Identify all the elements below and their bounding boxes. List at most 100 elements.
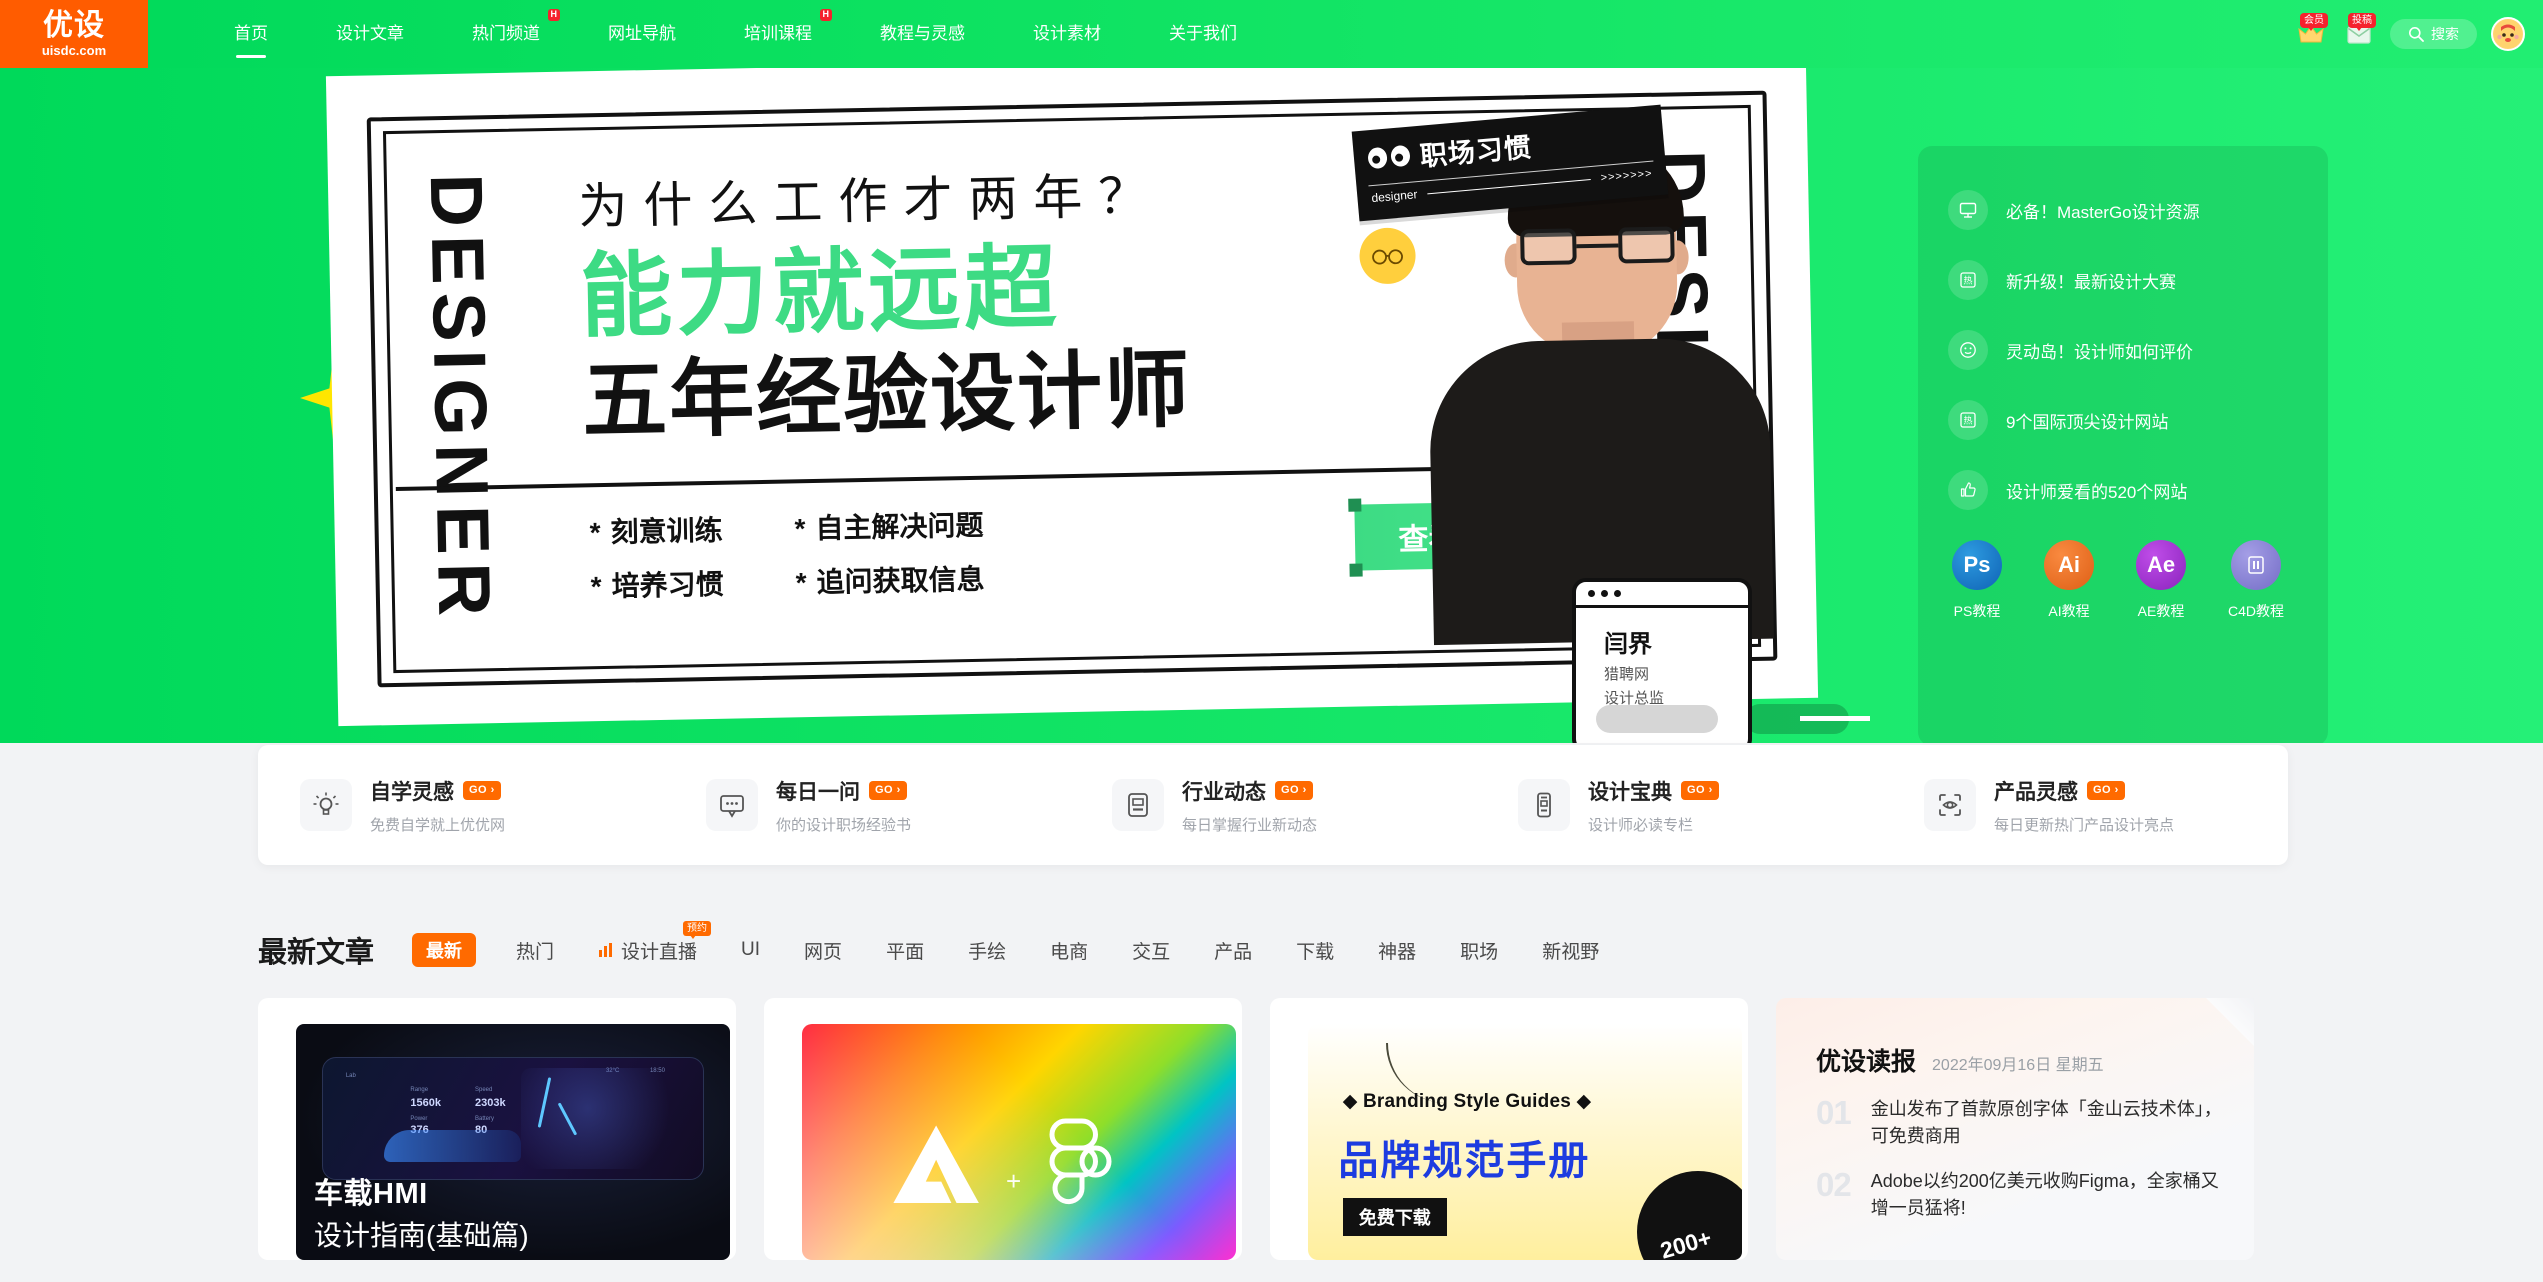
card-window-bar — [1576, 582, 1748, 608]
feature-title: 自学灵感 — [370, 780, 454, 804]
article-card-list: Lab Range 1560k Speed 2303k Power 376 Ba… — [258, 998, 2288, 1260]
news-panel[interactable]: 优设读报 2022年09月16日 星期五 01 金山发布了首款原创字体「金山云技… — [1776, 998, 2254, 1260]
main-nav: 首页 设计文章 热门频道 H 网址导航 培训课程 H 教程与灵感 设计素材 关于我们 — [200, 0, 1271, 68]
feature-card-design-handbook[interactable]: 设计宝典 GO › 设计师必读专栏 — [1476, 776, 1882, 835]
submit-badge: 投稿 — [2348, 13, 2376, 31]
nav-item-articles[interactable]: 设计文章 — [302, 0, 438, 68]
nav-label: 关于我们 — [1169, 24, 1237, 43]
search-icon — [2409, 27, 2424, 42]
news-item-text: Adobe以约200亿美元收购Figma，全家桶又增一员猛将! — [1870, 1171, 2219, 1218]
app-label: AI教程 — [2048, 603, 2090, 619]
tab-interaction[interactable]: 交互 — [1110, 937, 1192, 964]
nav-label: 热门频道 — [472, 24, 540, 43]
app-shortcut-ps[interactable]: Ps PS教程 — [1952, 540, 2002, 621]
news-list-item[interactable]: 01 金山发布了首款原创字体「金山云技术体」，可免费商用 — [1776, 1078, 2254, 1150]
nav-label: 培训课程 — [744, 24, 812, 43]
nav-item-channels[interactable]: 热门频道 H — [438, 0, 574, 68]
logo-text-en: uisdc.com — [41, 43, 107, 58]
hmi-value: 1560k — [410, 1096, 441, 1109]
news-panel-title: 优设读报 — [1816, 1048, 1917, 1076]
feature-card-self-learning[interactable]: 自学灵感 GO › 免费自学就上优优网 — [258, 776, 664, 835]
tab-ecommerce[interactable]: 电商 — [1028, 937, 1110, 964]
feature-subtitle: 每日更新热门产品设计亮点 — [1994, 816, 2175, 834]
side-panel-apps: Ps PS教程 Ai AI教程 Ae AE教程 C4D教程 — [1948, 540, 2298, 621]
chat-bubble-icon — [706, 779, 758, 831]
illustrator-icon: Ai — [2044, 540, 2094, 590]
news-list-item[interactable]: 02 Adobe以约200亿美元收购Figma，全家桶又增一员猛将! — [1776, 1150, 2254, 1222]
submit-button[interactable]: 投稿 — [2342, 13, 2376, 51]
topic-tag-arrows: >>>>>>> — [1600, 167, 1653, 185]
side-panel-label: 新升级！最新设计大赛 — [2006, 272, 2176, 292]
thumbs-up-icon — [1948, 470, 1988, 510]
app-label: PS教程 — [1953, 603, 2001, 619]
side-panel-item-mastergo[interactable]: 必备！MasterGo设计资源 — [1948, 190, 2298, 230]
photoshop-icon: Ps — [1952, 540, 2002, 590]
hero-bullet: * 自主解决问题 — [794, 509, 984, 545]
nav-item-home[interactable]: 首页 — [200, 0, 302, 68]
app-shortcut-ae[interactable]: Ae AE教程 — [2136, 540, 2186, 621]
article-thumbnail: + — [802, 1024, 1236, 1260]
feature-card-product-inspiration[interactable]: 产品灵感 GO › 每日更新热门产品设计亮点 — [1882, 776, 2288, 835]
avatar[interactable] — [2491, 17, 2525, 51]
article-card-branding-guide[interactable]: ◆ Branding Style Guides ◆ 品牌规范手册 免费下载 20… — [1270, 998, 1748, 1260]
article-card-hmi[interactable]: Lab Range 1560k Speed 2303k Power 376 Ba… — [258, 998, 736, 1260]
tab-tools[interactable]: 神器 — [1356, 937, 1438, 964]
tab-newvision[interactable]: 新视野 — [1520, 937, 1621, 964]
tab-download[interactable]: 下载 — [1274, 937, 1356, 964]
article-title-line1: 车载HMI — [314, 1178, 428, 1210]
aftereffects-icon: Ae — [2136, 540, 2186, 590]
app-shortcut-c4d[interactable]: C4D教程 — [2228, 540, 2284, 621]
app-abbr: Ps — [1963, 552, 1991, 577]
bullet-text: 培养习惯 — [611, 568, 724, 602]
nav-item-resources[interactable]: 设计素材 — [999, 0, 1135, 68]
side-panel-item-contest[interactable]: 热 新升级！最新设计大赛 — [1948, 260, 2298, 300]
news-item-text: 金山发布了首款原创字体「金山云技术体」，可免费商用 — [1870, 1099, 2222, 1146]
tab-live[interactable]: 设计直播 预约 — [576, 920, 719, 964]
tab-label: 电商 — [1050, 941, 1089, 963]
tab-web[interactable]: 网页 — [782, 937, 864, 964]
side-panel-label: 设计师爱看的520个网站 — [2006, 482, 2188, 502]
feature-subtitle: 设计师必读专栏 — [1588, 816, 1694, 834]
tab-graphic[interactable]: 平面 — [864, 937, 946, 964]
nav-label: 首页 — [234, 24, 268, 43]
side-panel-item-dynamicisland[interactable]: 灵动岛！设计师如何评价 — [1948, 330, 2298, 370]
tab-handdraw[interactable]: 手绘 — [946, 937, 1028, 964]
nav-label: 设计文章 — [336, 24, 404, 43]
feature-card-industry-news[interactable]: 行业动态 GO › 每日掌握行业新动态 — [1070, 776, 1476, 835]
tab-product[interactable]: 产品 — [1192, 937, 1274, 964]
brand-guide-en-text: Branding Style Guides — [1363, 1091, 1571, 1113]
go-badge[interactable]: GO › — [1275, 781, 1313, 800]
nav-item-about[interactable]: 关于我们 — [1135, 0, 1271, 68]
feature-card-daily-question[interactable]: 每日一问 GO › 你的设计职场经验书 — [664, 776, 1070, 835]
member-button[interactable]: 会员 — [2294, 13, 2328, 51]
hmi-label: Range — [410, 1087, 429, 1093]
nav-item-courses[interactable]: 培训课程 H — [710, 0, 846, 68]
nav-item-tutorials[interactable]: 教程与灵感 — [846, 0, 999, 68]
go-badge[interactable]: GO › — [869, 781, 907, 800]
nav-label: 教程与灵感 — [880, 24, 965, 43]
feature-title: 产品灵感 — [1994, 780, 2078, 804]
site-logo[interactable]: 优设 uisdc.com — [0, 0, 148, 68]
hero-bullet: * 培养习惯 — [590, 568, 724, 603]
tab-label: 热门 — [516, 941, 555, 963]
bullet-text: 刻意训练 — [610, 514, 723, 548]
tab-label: 交互 — [1132, 941, 1171, 963]
app-shortcut-ai[interactable]: Ai AI教程 — [2044, 540, 2094, 621]
tab-label: 网页 — [804, 941, 843, 963]
tab-label: 设计直播 — [621, 941, 698, 963]
logo-text-cn: 优设 — [43, 9, 105, 42]
tab-ui[interactable]: UI — [719, 939, 782, 961]
monitor-icon — [1948, 190, 1988, 230]
tab-latest[interactable]: 最新 — [412, 933, 477, 967]
go-badge[interactable]: GO › — [463, 781, 501, 800]
search-button[interactable]: 搜索 — [2390, 19, 2477, 49]
tab-hot[interactable]: 热门 — [494, 937, 576, 964]
app-label: AE教程 — [2137, 603, 2185, 619]
tab-career[interactable]: 职场 — [1438, 937, 1520, 964]
go-badge[interactable]: GO › — [2087, 781, 2125, 800]
nav-item-navigation[interactable]: 网址导航 — [574, 0, 710, 68]
side-panel-item-520sites[interactable]: 设计师爱看的520个网站 — [1948, 470, 2298, 510]
article-card-adobe-figma[interactable]: + — [764, 998, 1242, 1260]
side-panel-item-topsites[interactable]: 热 9个国际顶尖设计网站 — [1948, 400, 2298, 440]
go-badge[interactable]: GO › — [1681, 781, 1719, 800]
